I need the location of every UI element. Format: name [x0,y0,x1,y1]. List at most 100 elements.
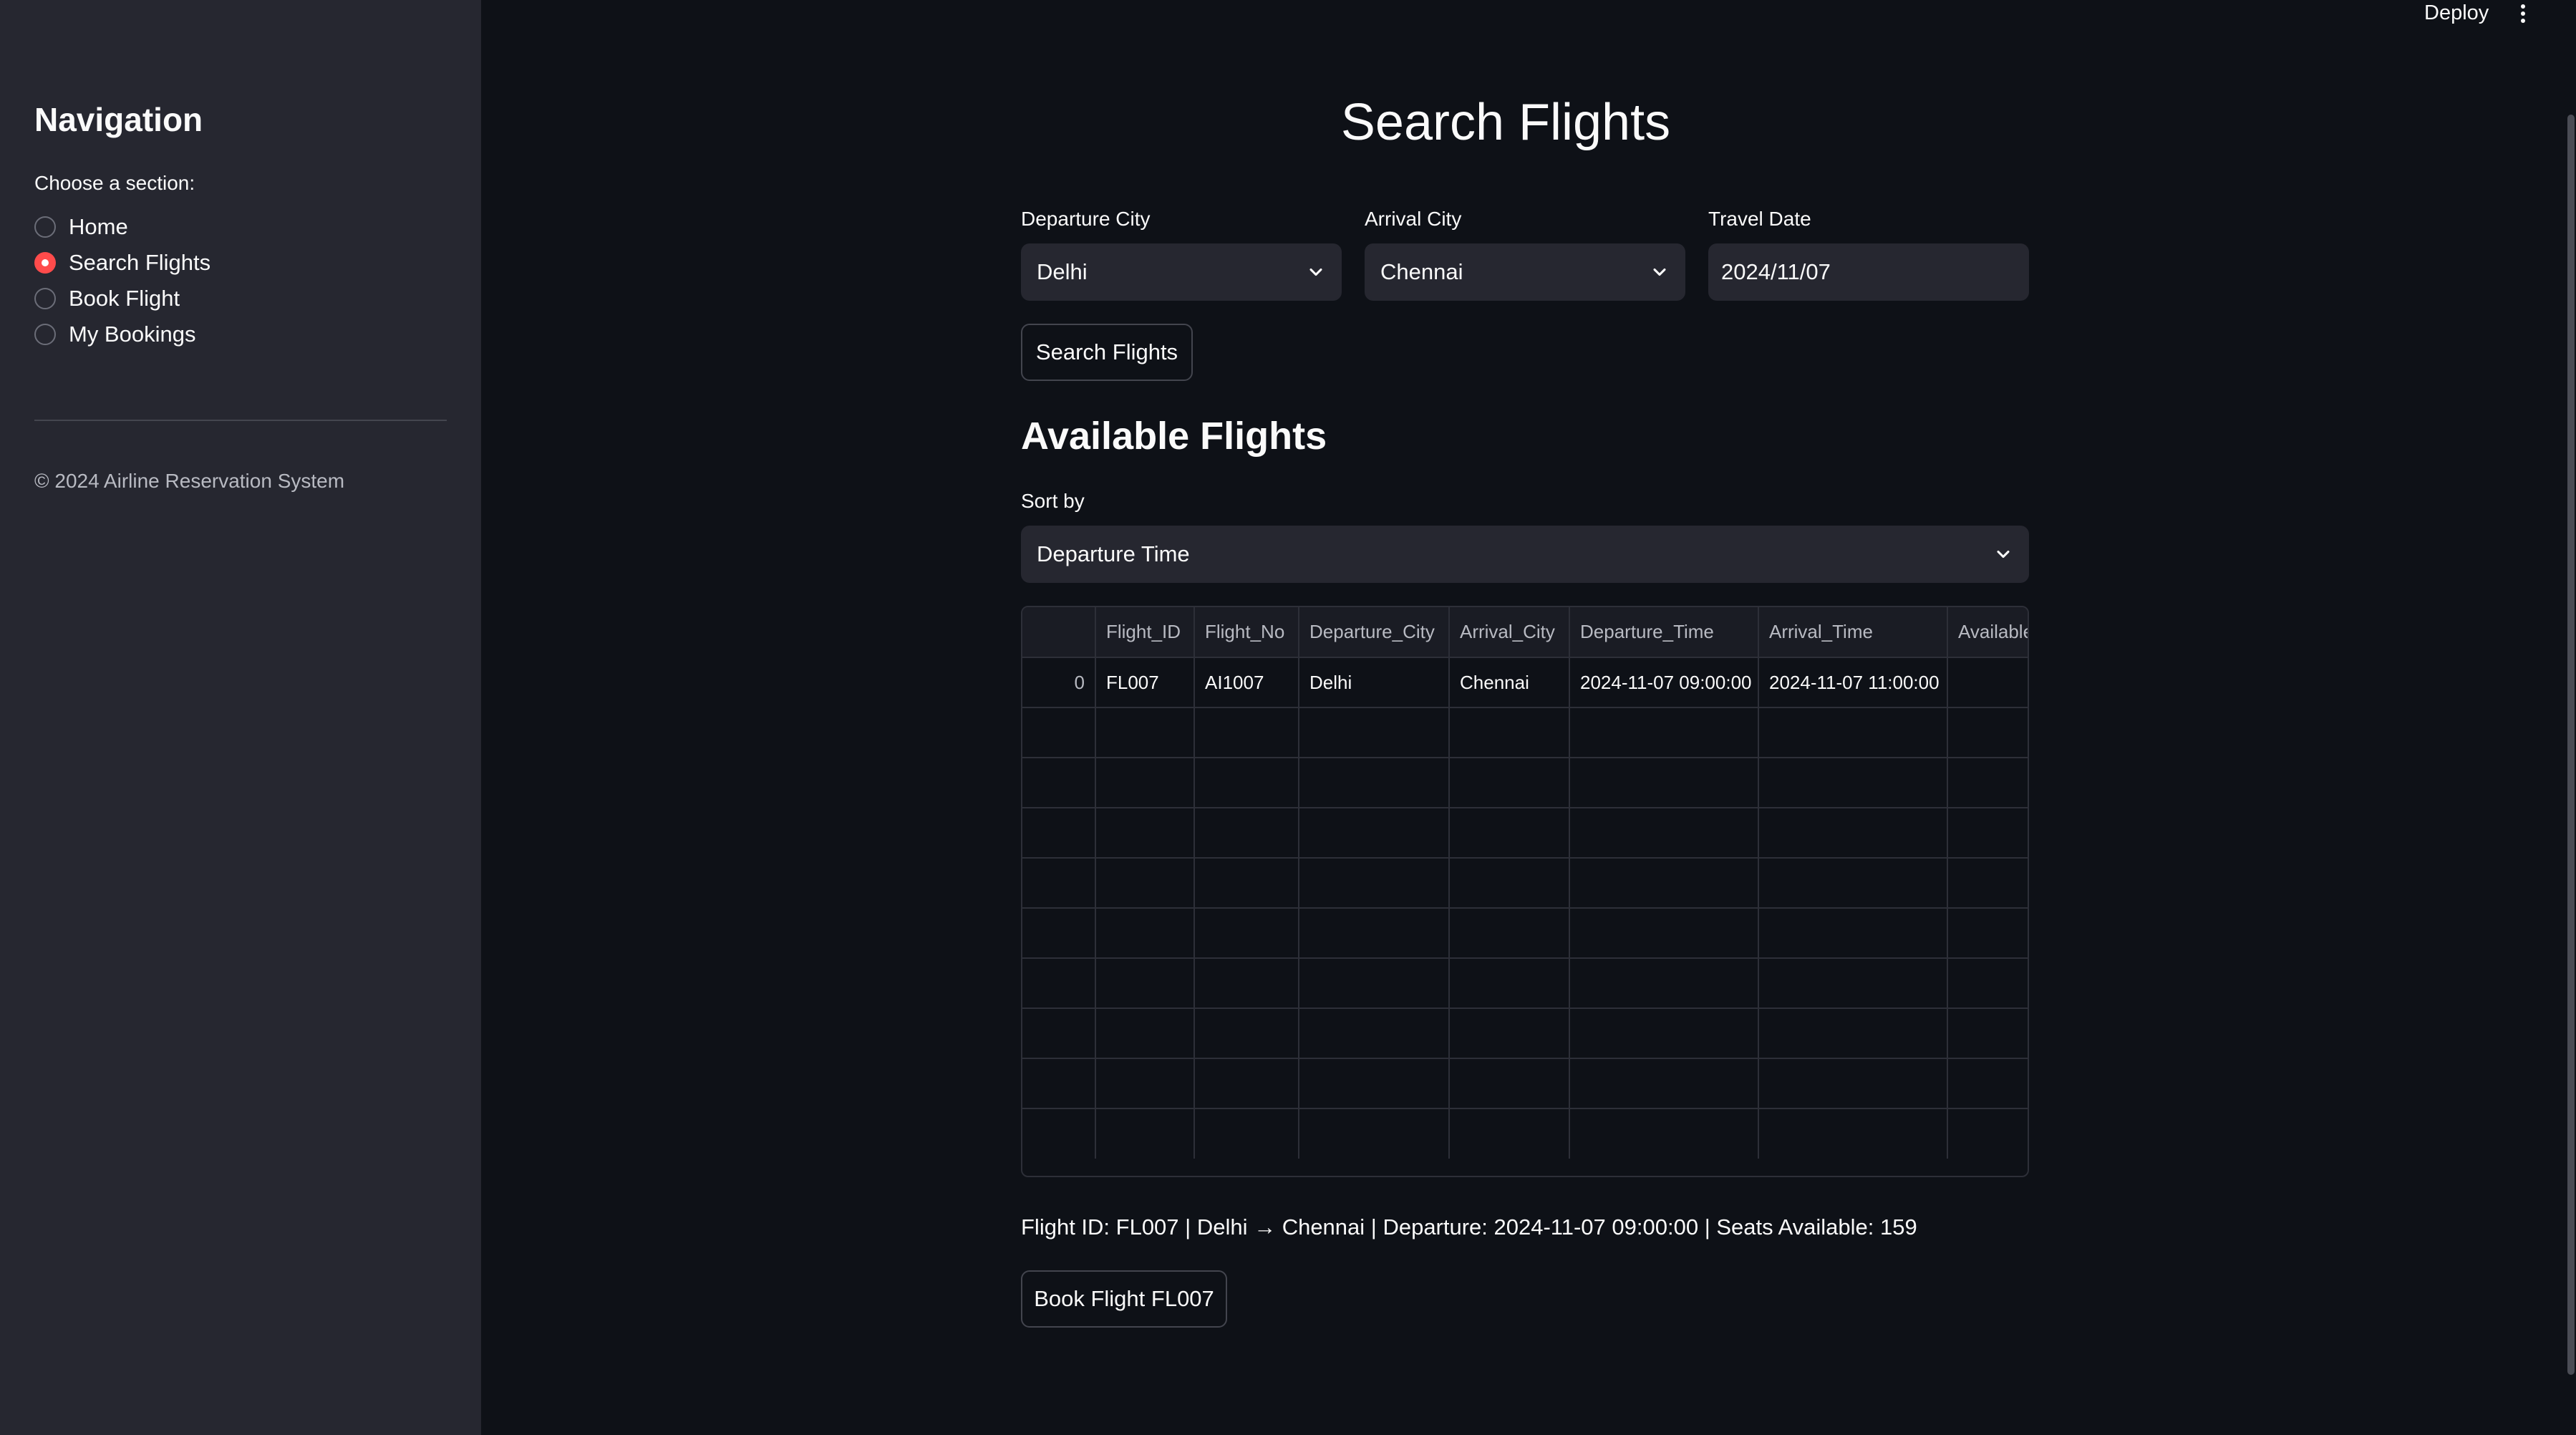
table-cell-empty[interactable] [1022,707,1096,758]
table-cell-empty[interactable] [1947,908,2028,959]
table-cell-empty[interactable] [1299,858,1450,909]
table-row-empty[interactable] [1022,1108,2028,1159]
table-cell-empty[interactable] [1299,958,1450,1009]
table-cell-empty[interactable] [1758,1108,1948,1159]
table-cell-empty[interactable] [1095,808,1195,859]
table-cell-empty[interactable] [1194,1058,1299,1109]
search-flights-button[interactable]: Search Flights [1021,324,1193,381]
column-header-index[interactable] [1022,607,1096,658]
table-cell-empty[interactable] [1758,858,1948,909]
table-row-empty[interactable] [1022,808,2028,859]
table-cell-empty[interactable] [1095,1108,1195,1159]
table-row-empty[interactable] [1022,908,2028,959]
table-cell-empty[interactable] [1022,808,1096,859]
table-cell-empty[interactable] [1194,908,1299,959]
table-cell-departure-time[interactable]: 2024-11-07 09:00:00 [1569,657,1759,708]
table-cell-empty[interactable] [1299,758,1450,808]
table-cell-empty[interactable] [1022,758,1096,808]
table-cell-empty[interactable] [1095,1008,1195,1059]
radio-button-checked-icon[interactable] [34,252,56,274]
table-cell-empty[interactable] [1299,808,1450,859]
table-cell-empty[interactable] [1758,758,1948,808]
table-cell-departure-city[interactable]: Delhi [1299,657,1450,708]
table-cell-empty[interactable] [1758,958,1948,1009]
table-cell-empty[interactable] [1758,1008,1948,1059]
table-cell-empty[interactable] [1758,707,1948,758]
table-cell-empty[interactable] [1758,1058,1948,1109]
table-cell-empty[interactable] [1022,908,1096,959]
table-cell-available[interactable] [1947,657,2028,708]
table-cell-empty[interactable] [1758,808,1948,859]
table-cell-empty[interactable] [1194,1108,1299,1159]
table-row-empty[interactable] [1022,958,2028,1009]
column-header-flight-id[interactable]: Flight_ID [1095,607,1195,658]
deploy-button[interactable]: Deploy [2424,1,2489,25]
table-cell-empty[interactable] [1947,707,2028,758]
table-cell-empty[interactable] [1095,858,1195,909]
table-cell-arrival-time[interactable]: 2024-11-07 11:00:00 [1758,657,1948,708]
table-cell-empty[interactable] [1569,808,1759,859]
table-cell-empty[interactable] [1569,1058,1759,1109]
departure-city-select[interactable]: Delhi [1021,243,1342,301]
table-cell-empty[interactable] [1569,707,1759,758]
table-cell-empty[interactable] [1569,858,1759,909]
table-cell-empty[interactable] [1449,808,1570,859]
flights-table[interactable]: Flight_ID Flight_No Departure_City Arriv… [1021,606,2029,1177]
table-cell-empty[interactable] [1449,758,1570,808]
table-cell-empty[interactable] [1194,758,1299,808]
table-cell-empty[interactable] [1022,958,1096,1009]
table-cell-empty[interactable] [1947,808,2028,859]
table-cell-empty[interactable] [1022,858,1096,909]
table-cell-arrival-city[interactable]: Chennai [1449,657,1570,708]
table-cell-empty[interactable] [1569,908,1759,959]
table-cell-empty[interactable] [1947,1108,2028,1159]
table-cell-empty[interactable] [1947,758,2028,808]
table-cell-empty[interactable] [1947,1058,2028,1109]
table-cell-empty[interactable] [1299,908,1450,959]
table-row-empty[interactable] [1022,758,2028,808]
kebab-menu-icon[interactable] [2514,1,2532,26]
table-cell-empty[interactable] [1569,1008,1759,1059]
table-cell-empty[interactable] [1947,1008,2028,1059]
table-cell-empty[interactable] [1299,1058,1450,1109]
radio-item-home[interactable]: Home [34,209,210,245]
table-cell-empty[interactable] [1947,958,2028,1009]
radio-button-icon[interactable] [34,216,56,238]
table-cell-empty[interactable] [1022,1008,1096,1059]
column-header-arrival-city[interactable]: Arrival_City [1449,607,1570,658]
column-header-departure-time[interactable]: Departure_Time [1569,607,1759,658]
table-cell-empty[interactable] [1299,1008,1450,1059]
table-cell-empty[interactable] [1569,1108,1759,1159]
table-cell-empty[interactable] [1449,1108,1570,1159]
column-header-available[interactable]: Available [1947,607,2028,658]
arrival-city-select[interactable]: Chennai [1365,243,1685,301]
table-row[interactable]: 0 FL007 AI1007 Delhi Chennai 2024-11-07 … [1022,657,2028,708]
table-cell-empty[interactable] [1022,1108,1096,1159]
table-cell-empty[interactable] [1299,707,1450,758]
table-row-empty[interactable] [1022,858,2028,909]
travel-date-input[interactable]: 2024/11/07 [1708,243,2029,301]
radio-button-icon[interactable] [34,288,56,309]
column-header-flight-no[interactable]: Flight_No [1194,607,1299,658]
table-cell-empty[interactable] [1758,908,1948,959]
table-cell-empty[interactable] [1449,1008,1570,1059]
radio-item-book-flight[interactable]: Book Flight [34,281,210,317]
radio-button-icon[interactable] [34,324,56,345]
book-flight-button[interactable]: Book Flight FL007 [1021,1270,1227,1328]
table-cell-flight-id[interactable]: FL007 [1095,657,1195,708]
column-header-departure-city[interactable]: Departure_City [1299,607,1450,658]
table-cell-empty[interactable] [1449,958,1570,1009]
table-cell-empty[interactable] [1449,908,1570,959]
table-cell-empty[interactable] [1095,908,1195,959]
table-cell-empty[interactable] [1194,1008,1299,1059]
page-scrollbar[interactable] [2567,115,2575,1375]
table-cell-empty[interactable] [1449,1058,1570,1109]
table-cell-empty[interactable] [1569,758,1759,808]
radio-item-search-flights[interactable]: Search Flights [34,245,210,281]
table-cell-empty[interactable] [1194,858,1299,909]
table-cell-empty[interactable] [1194,808,1299,859]
table-row-empty[interactable] [1022,707,2028,758]
table-cell-empty[interactable] [1194,958,1299,1009]
table-cell-empty[interactable] [1569,958,1759,1009]
table-cell-flight-no[interactable]: AI1007 [1194,657,1299,708]
